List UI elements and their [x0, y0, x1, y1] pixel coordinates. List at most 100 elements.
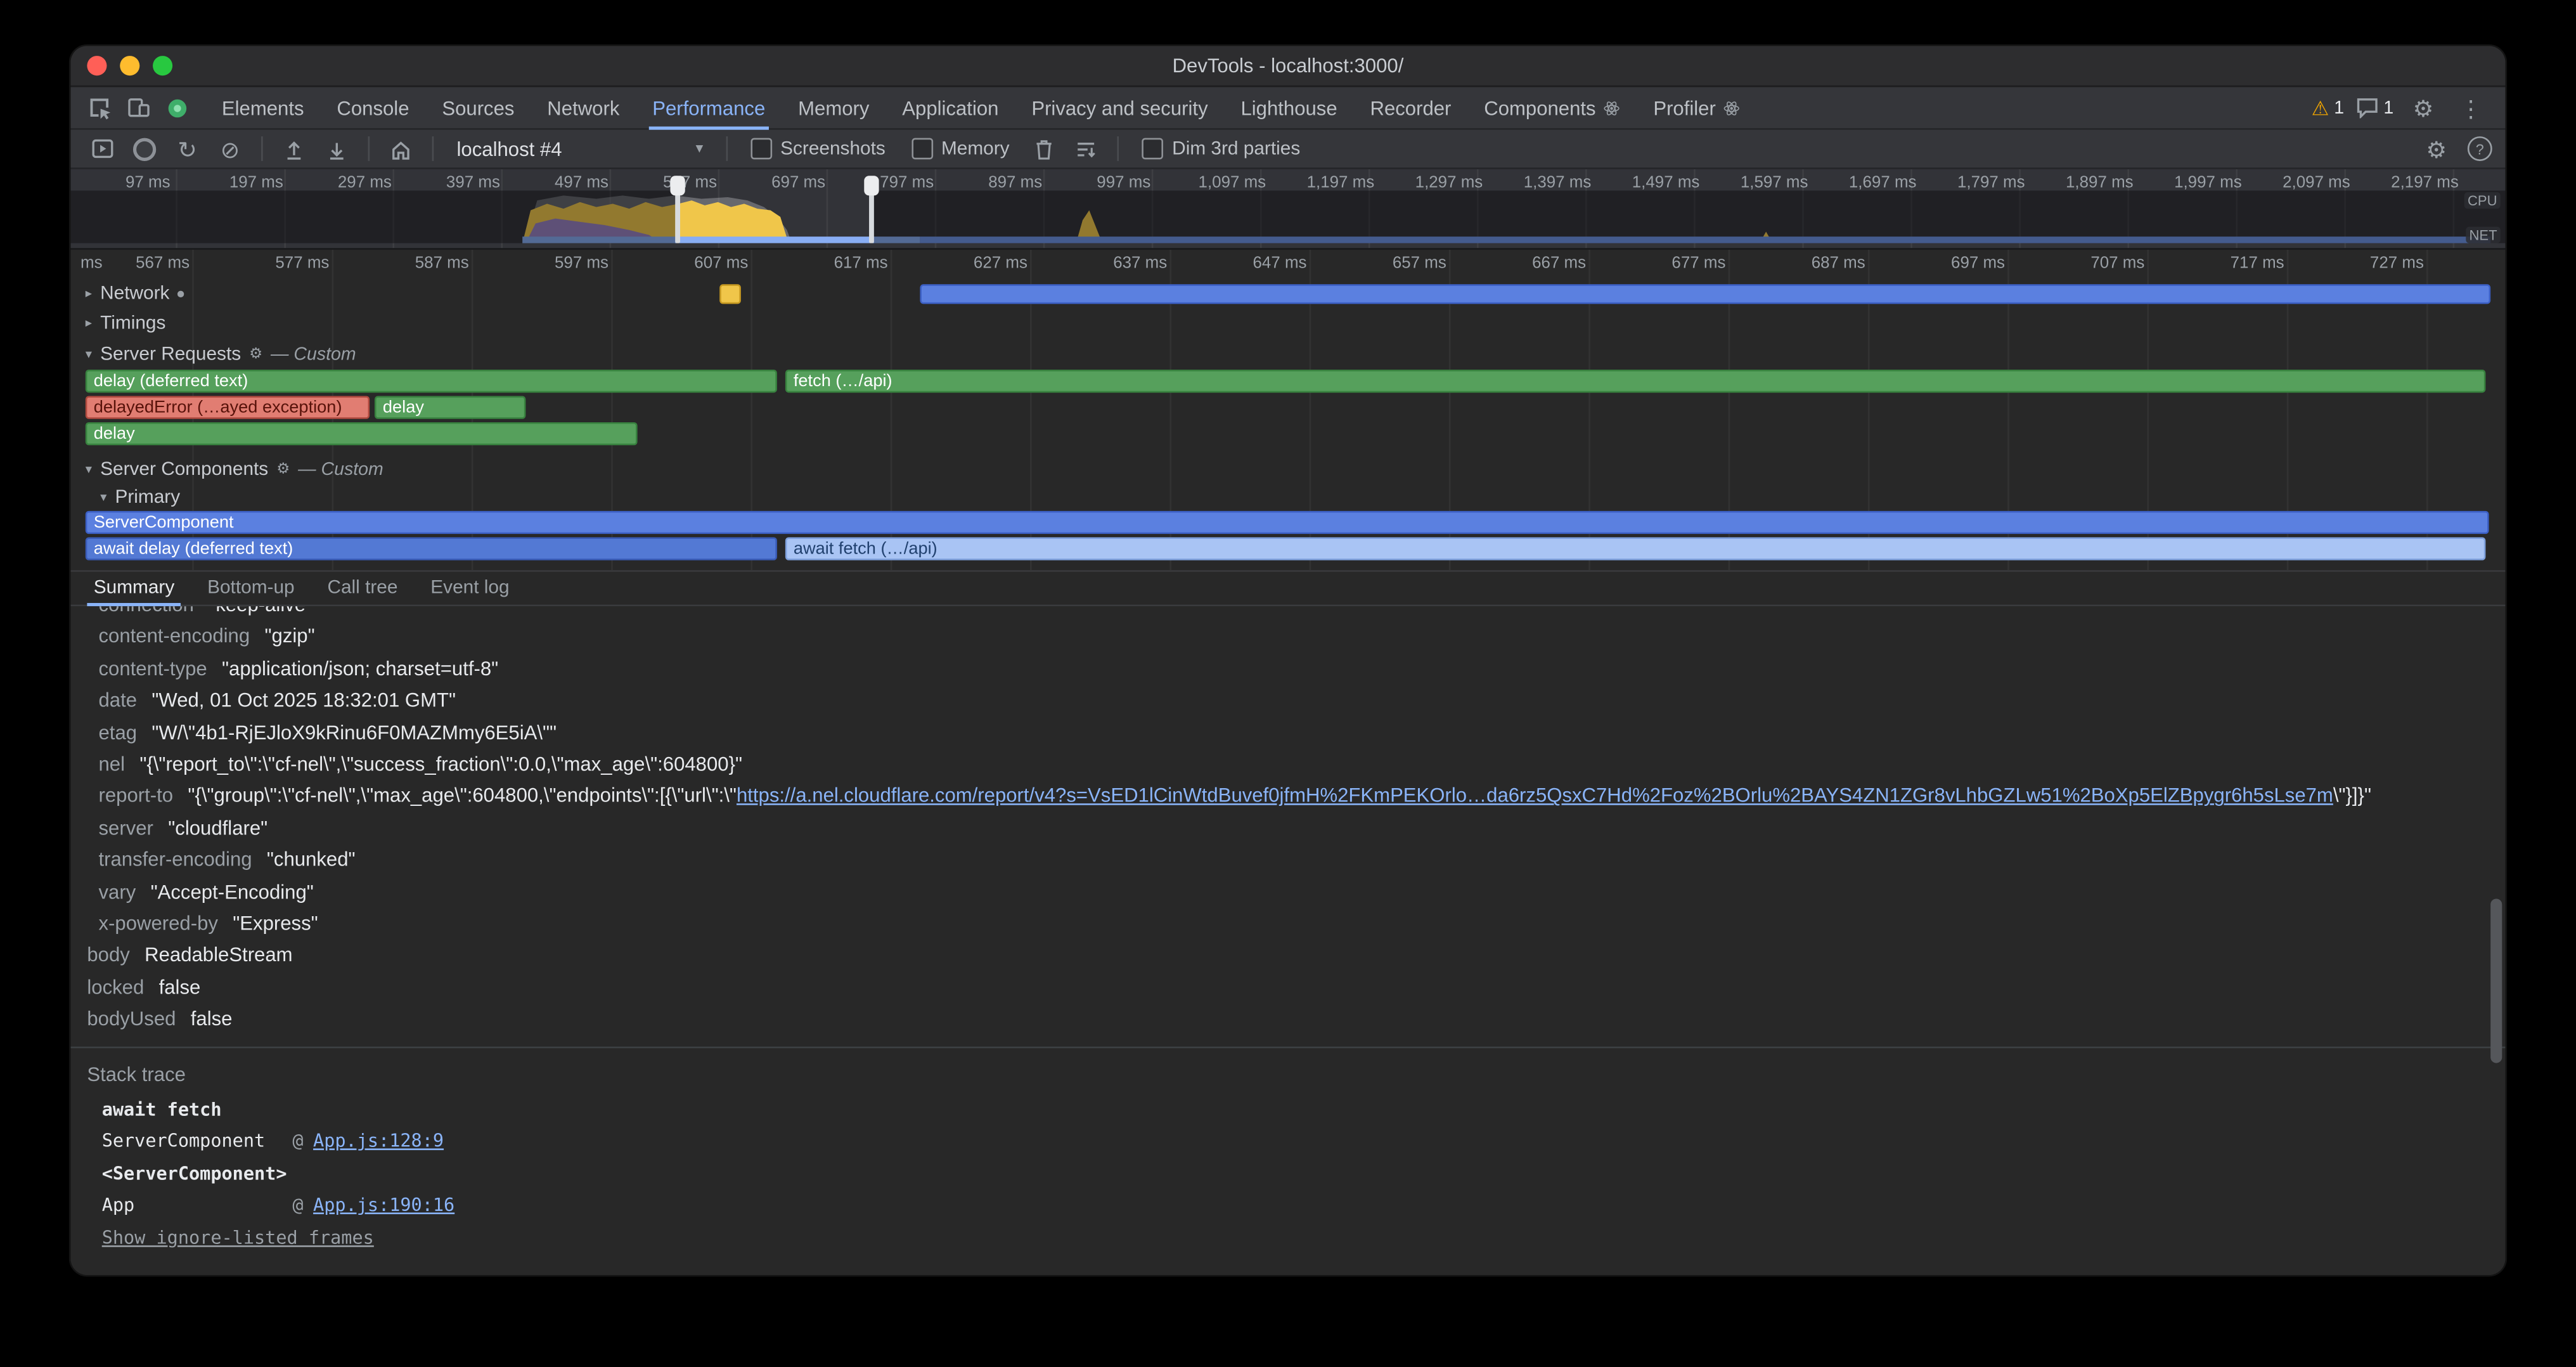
tab-elements[interactable]: Elements — [205, 86, 321, 129]
screen: DevTools - localhost:3000/ ElementsConso… — [0, 0, 2576, 1367]
frame-at: @ — [292, 1131, 303, 1152]
value-text: false — [159, 976, 201, 999]
time-label: 607 ms — [694, 255, 748, 273]
save-profile-icon[interactable] — [319, 131, 355, 167]
kebab-menu-icon[interactable]: ⋮ — [2453, 89, 2489, 126]
clear-icon[interactable]: ⊘ — [212, 131, 248, 167]
throttling-icon[interactable] — [1069, 131, 1105, 167]
response-headers-list: connection"keep-alive"content-encoding"g… — [70, 606, 2505, 1036]
disclosure-triangle-icon[interactable]: ▸ — [86, 286, 92, 301]
flame-bar[interactable]: ServerComponent — [86, 511, 2489, 534]
track-server-requests[interactable]: ▾ Server Requests ⚙ — Custom — [86, 342, 356, 366]
tab-console[interactable]: Console — [320, 86, 425, 129]
track-dot-icon — [177, 290, 184, 296]
screenshots-checkbox[interactable] — [750, 138, 772, 160]
screenshots-checkbox-group[interactable]: Screenshots — [750, 138, 885, 160]
track-settings-icon[interactable]: ⚙ — [276, 460, 290, 479]
tab-label: Profiler — [1653, 96, 1716, 119]
flame-bar[interactable]: await delay (deferred text) — [86, 537, 777, 560]
flame-bar[interactable]: delayedError (…ayed exception) — [86, 396, 370, 419]
extension-icon[interactable] — [159, 89, 195, 126]
header-value: "gzip" — [264, 625, 314, 648]
tab-recorder[interactable]: Recorder — [1354, 86, 1468, 129]
source-link[interactable]: App.js:128:9 — [313, 1131, 444, 1152]
memory-checkbox-group[interactable]: Memory — [911, 138, 1009, 160]
details-tabbar: SummaryBottom-upCall treeEvent log — [70, 570, 2505, 606]
track-server-components[interactable]: ▾ Server Components ⚙ — Custom — [86, 457, 383, 481]
zoom-window-button[interactable] — [153, 56, 172, 75]
tab-network[interactable]: Network — [531, 86, 636, 129]
help-icon[interactable]: ? — [2468, 136, 2492, 161]
load-profile-icon[interactable] — [276, 131, 312, 167]
issues-indicator[interactable]: ⚠ 1 — [2312, 98, 2345, 117]
time-label: 1,597 ms — [1741, 174, 1808, 193]
selection-handle-right[interactable] — [869, 191, 874, 243]
scrollbar-thumb[interactable] — [2490, 898, 2502, 1063]
toolbar-divider — [726, 136, 728, 161]
tab-memory[interactable]: Memory — [782, 86, 886, 129]
summary-row: nel"{\"report_to\":\"cf-nel\",\"success_… — [70, 749, 2505, 781]
disclosure-triangle-icon[interactable]: ▾ — [86, 347, 92, 361]
tab-performance[interactable]: Performance — [636, 86, 782, 129]
tab-lighthouse[interactable]: Lighthouse — [1225, 86, 1354, 129]
selection-handle-left[interactable] — [675, 191, 680, 243]
summary-row: vary"Accept-Encoding" — [70, 877, 2505, 909]
flame-bar[interactable]: delay — [375, 396, 525, 419]
tab-components[interactable]: Components — [1467, 86, 1637, 129]
device-toolbar-icon[interactable] — [120, 89, 156, 126]
flame-bar[interactable]: await fetch (…/api) — [785, 537, 2486, 560]
capture-settings-gear-icon[interactable]: ⚙ — [2418, 131, 2454, 167]
tab-application[interactable]: Application — [886, 86, 1015, 129]
details-tab-bottom-up[interactable]: Bottom-up — [191, 570, 311, 606]
time-label: 897 ms — [988, 174, 1042, 193]
dim-3rd-parties-checkbox[interactable] — [1143, 138, 1164, 160]
messages-indicator[interactable]: 1 — [2355, 97, 2393, 119]
track-timings[interactable]: ▸ Timings — [86, 311, 166, 335]
screenshots-label: Screenshots — [780, 139, 886, 159]
details-tab-summary[interactable]: Summary — [77, 570, 191, 606]
details-tab-event-log[interactable]: Event log — [414, 570, 525, 606]
tab-sources[interactable]: Sources — [425, 86, 531, 129]
track-settings-icon[interactable]: ⚙ — [249, 345, 262, 363]
track-primary[interactable]: ▾ Primary — [100, 484, 180, 509]
flame-bar[interactable]: fetch (…/api) — [785, 370, 2486, 392]
disclosure-triangle-icon[interactable]: ▾ — [86, 462, 92, 476]
flame-bar[interactable]: delay — [86, 422, 638, 445]
home-icon[interactable] — [383, 131, 419, 167]
flame-bar[interactable] — [920, 284, 2490, 304]
header-key: content-encoding — [99, 625, 250, 648]
toolbar-divider — [1118, 136, 1120, 161]
history-dropdown[interactable]: localhost #4 ▾ — [447, 133, 713, 165]
track-network[interactable]: ▸ Network — [86, 281, 184, 306]
tab-privacy-and-security[interactable]: Privacy and security — [1015, 86, 1224, 129]
disclosure-triangle-icon[interactable]: ▾ — [100, 489, 106, 504]
memory-checkbox[interactable] — [911, 138, 933, 160]
collect-garbage-icon[interactable] — [1026, 131, 1062, 167]
flame-chart[interactable]: ms 567 ms577 ms587 ms597 ms607 ms617 ms6… — [70, 250, 2505, 570]
record-reload-icon[interactable]: ↻ — [169, 131, 205, 167]
source-link[interactable]: App.js:190:16 — [313, 1195, 454, 1216]
timeline-overview[interactable]: 97 ms197 ms297 ms397 ms497 ms597 ms697 m… — [70, 169, 2505, 250]
tab-profiler[interactable]: Profiler — [1637, 86, 1756, 129]
minimize-window-button[interactable] — [120, 56, 139, 75]
value-text: "cloudflare" — [168, 816, 267, 839]
record-icon[interactable] — [127, 131, 163, 167]
disclosure-triangle-icon[interactable]: ▸ — [86, 316, 92, 330]
details-tab-call-tree[interactable]: Call tree — [311, 570, 415, 606]
summary-row: bodyUsedfalse — [70, 1004, 2505, 1036]
inspect-element-icon[interactable] — [80, 89, 117, 126]
value-link[interactable]: https://a.nel.cloudflare.com/report/v4?s… — [737, 784, 2333, 807]
toolbar-divider — [432, 136, 434, 161]
live-metrics-icon[interactable] — [84, 131, 120, 167]
summary-row: date"Wed, 01 Oct 2025 18:32:01 GMT" — [70, 685, 2505, 717]
show-ignore-listed-link[interactable]: Show ignore-listed frames — [102, 1227, 374, 1248]
settings-gear-icon[interactable]: ⚙ — [2405, 89, 2441, 126]
flame-bar[interactable] — [719, 284, 741, 304]
stack-function: await fetch — [102, 1094, 2506, 1126]
close-window-button[interactable] — [87, 56, 106, 75]
toolbar-right-icons: ⚠ 1 1 ⚙ ⋮ — [2312, 89, 2496, 126]
net-lane-label: NET — [2466, 227, 2500, 243]
dim-3rd-parties-checkbox-group[interactable]: Dim 3rd parties — [1143, 138, 1301, 160]
track-label: Server Requests — [100, 344, 241, 364]
flame-bar[interactable]: delay (deferred text) — [86, 370, 777, 392]
